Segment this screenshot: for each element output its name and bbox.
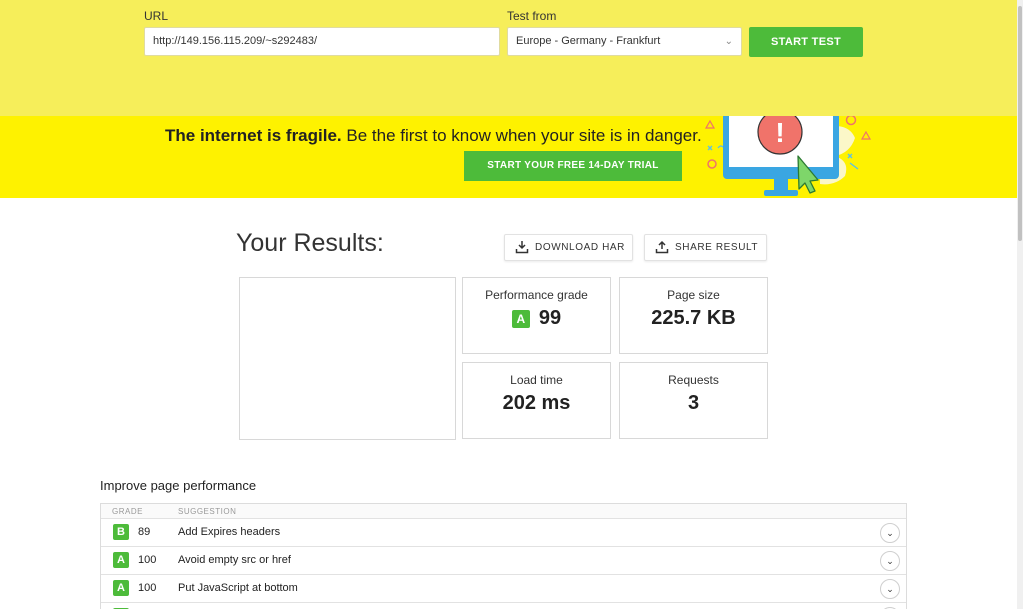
share-result-button[interactable]: SHARE RESULT bbox=[644, 234, 767, 261]
promo-banner: The internet is fragile. Be the first to… bbox=[0, 116, 1017, 198]
download-har-label: DOWNLOAD HAR bbox=[535, 242, 625, 253]
chevron-down-icon: ⌄ bbox=[886, 584, 894, 594]
grade-badge: A bbox=[113, 580, 129, 596]
suggestion-text: Avoid empty src or href bbox=[178, 554, 291, 566]
grade-badge: A bbox=[113, 552, 129, 568]
test-location-value: Europe - Germany - Frankfurt bbox=[516, 35, 661, 47]
start-test-button[interactable]: START TEST bbox=[749, 27, 863, 57]
scrollbar-thumb[interactable] bbox=[1018, 6, 1022, 241]
share-result-label: SHARE RESULT bbox=[675, 242, 759, 253]
column-header-suggestion: SUGGESTION bbox=[178, 507, 237, 516]
free-trial-button[interactable]: START YOUR FREE 14-DAY TRIAL bbox=[464, 151, 682, 181]
chevron-down-icon: ⌄ bbox=[886, 528, 894, 538]
test-form-band: URL http://149.156.115.209/~s292483/ Tes… bbox=[0, 0, 1017, 116]
expand-row-button[interactable]: ⌄ bbox=[880, 551, 900, 571]
performance-grade-label: Performance grade bbox=[485, 288, 588, 302]
test-location-select[interactable]: Europe - Germany - Frankfurt ⌄ bbox=[507, 27, 742, 56]
suggestion-text: Add Expires headers bbox=[178, 526, 281, 538]
page-size-card: Page size 225.7 KB bbox=[619, 277, 768, 354]
grade-score: 100 bbox=[138, 582, 157, 594]
column-header-grade: GRADE bbox=[112, 507, 143, 516]
url-label: URL bbox=[144, 9, 169, 23]
requests-value: 3 bbox=[687, 392, 700, 414]
performance-grade-badge: A bbox=[511, 309, 530, 328]
url-input[interactable]: http://149.156.115.209/~s292483/ bbox=[144, 27, 500, 56]
promo-headline-bold: The internet is fragile. bbox=[165, 126, 342, 145]
suggestions-table: GRADE SUGGESTION B 89 Add Expires header… bbox=[100, 503, 907, 609]
grade-badge: B bbox=[113, 524, 129, 540]
promo-headline-rest: Be the first to know when your site is i… bbox=[341, 126, 702, 145]
improve-section-title: Improve page performance bbox=[100, 478, 257, 493]
load-time-value: 202 ms bbox=[502, 392, 571, 414]
page-screenshot-preview bbox=[239, 277, 456, 440]
performance-score: 99 bbox=[538, 307, 562, 329]
chevron-down-icon: ⌄ bbox=[724, 36, 733, 47]
table-row[interactable]: A 100 Avoid empty src or href ⌄ bbox=[101, 547, 906, 575]
grade-score: 100 bbox=[138, 554, 157, 566]
load-time-label: Load time bbox=[510, 373, 563, 387]
test-from-label: Test from bbox=[507, 9, 557, 23]
expand-row-button[interactable]: ⌄ bbox=[880, 523, 900, 543]
suggestion-text: Put JavaScript at bottom bbox=[178, 582, 298, 594]
table-row[interactable]: A ⌄ bbox=[101, 603, 906, 609]
expand-row-button[interactable]: ⌄ bbox=[880, 579, 900, 599]
table-row[interactable]: B 89 Add Expires headers ⌄ bbox=[101, 519, 906, 547]
table-row[interactable]: A 100 Put JavaScript at bottom ⌄ bbox=[101, 575, 906, 603]
load-time-card: Load time 202 ms bbox=[462, 362, 611, 439]
share-icon bbox=[655, 240, 669, 254]
download-icon bbox=[515, 241, 529, 254]
promo-headline: The internet is fragile. Be the first to… bbox=[165, 126, 702, 146]
alert-glyph: ! bbox=[775, 117, 784, 148]
results-title: Your Results: bbox=[236, 229, 384, 257]
download-har-button[interactable]: DOWNLOAD HAR bbox=[504, 234, 633, 261]
page-scrollbar[interactable] bbox=[1017, 0, 1023, 609]
page-size-label: Page size bbox=[667, 288, 720, 302]
monitor-alert-illustration: ! bbox=[704, 116, 872, 196]
table-header: GRADE SUGGESTION bbox=[101, 504, 906, 519]
grade-score: 89 bbox=[138, 526, 151, 538]
page-size-value: 225.7 KB bbox=[651, 307, 736, 329]
requests-label: Requests bbox=[668, 373, 719, 387]
performance-grade-card: Performance grade A 99 bbox=[462, 277, 611, 354]
requests-card: Requests 3 bbox=[619, 362, 768, 439]
chevron-down-icon: ⌄ bbox=[886, 556, 894, 566]
